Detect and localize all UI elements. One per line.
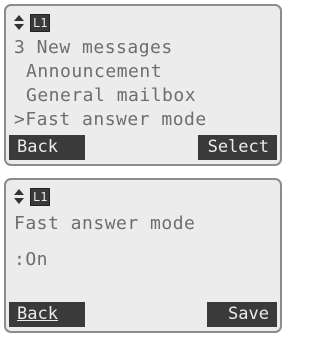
menu-title: 3 New messages xyxy=(14,37,173,58)
back-softkey[interactable]: Back xyxy=(9,135,85,160)
menu-item-general-mailbox[interactable]: General mailbox xyxy=(26,84,196,107)
save-softkey[interactable]: Save xyxy=(207,302,277,327)
line-indicator-badge: L1 xyxy=(30,188,51,206)
line-indicator-badge: L1 xyxy=(30,14,51,32)
setting-title: Fast answer mode xyxy=(14,213,196,234)
back-softkey-label: Back xyxy=(17,304,58,324)
phone-display-setting: L1 Fast answer mode :On Back Save xyxy=(4,178,282,333)
menu-item-announcement[interactable]: Announcement xyxy=(26,60,162,83)
updown-arrows-icon xyxy=(14,189,24,205)
select-softkey[interactable]: Select xyxy=(198,135,277,160)
back-softkey[interactable]: Back xyxy=(9,302,85,327)
status-bar: L1 xyxy=(14,14,51,32)
updown-arrows-icon xyxy=(14,15,24,31)
phone-display-menu: L1 3 New messages Announcement General m… xyxy=(4,4,282,166)
menu-item-fast-answer-mode[interactable]: >Fast answer mode xyxy=(14,108,207,131)
setting-value[interactable]: :On xyxy=(14,248,48,271)
status-bar: L1 xyxy=(14,188,51,206)
